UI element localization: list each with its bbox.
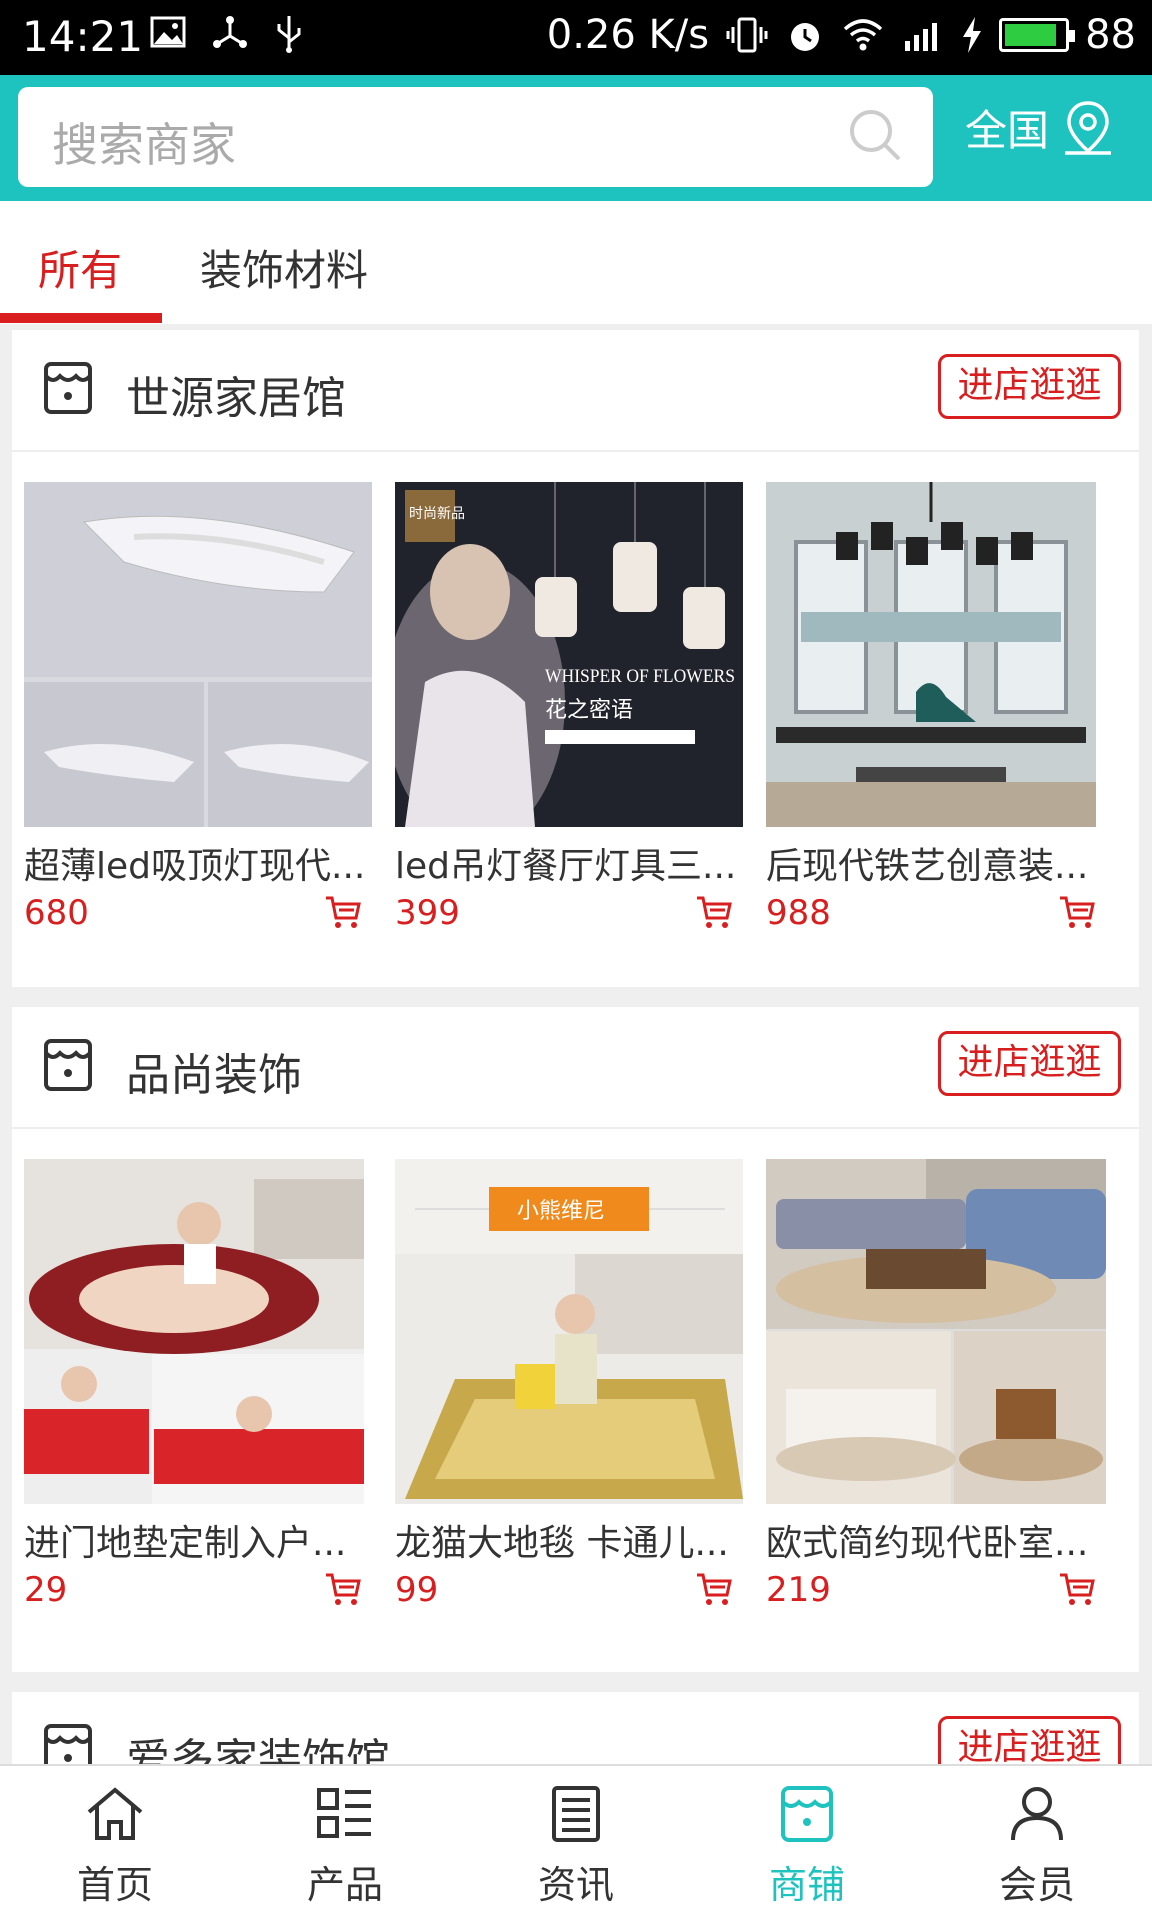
product-image[interactable]: 小熊维尼	[395, 1159, 743, 1504]
signal-icon	[905, 23, 938, 51]
alarm-icon	[791, 23, 820, 51]
nav-home-label: 首页	[76, 1863, 153, 1907]
store-icon	[781, 1786, 833, 1842]
status-right-icons: 0.26 K/s 88	[547, 12, 1136, 58]
tab-all[interactable]: 所有	[38, 237, 122, 298]
product-name: 进门地垫定制入户...	[24, 1523, 347, 1564]
wifi-icon	[843, 19, 883, 51]
cart-icon[interactable]	[324, 1571, 362, 1607]
active-tab-indicator	[0, 313, 162, 323]
search-placeholder: 搜索商家	[52, 118, 236, 172]
nav-news[interactable]: 资讯	[496, 1784, 656, 1909]
product-image[interactable]: 时尚新品 WHISPER OF FLOWERS 花之密语	[395, 482, 743, 827]
cart-icon[interactable]	[695, 894, 733, 930]
product-card[interactable]: 小熊维尼 龙猫大地毯 卡通儿... 99	[395, 1159, 745, 1610]
cart-icon[interactable]	[1058, 894, 1096, 930]
store-name: 世源家居馆	[126, 373, 346, 424]
app-header: 搜索商家 全国	[0, 75, 1152, 201]
enter-store-button[interactable]: 进店逛逛	[938, 354, 1121, 419]
product-image[interactable]	[24, 1159, 364, 1504]
product-card[interactable]: 欧式简约现代卧室... 219	[766, 1159, 1116, 1610]
battery-fill	[1005, 24, 1057, 46]
search-icon[interactable]	[847, 107, 903, 163]
shop-icon	[44, 362, 92, 414]
nav-member-label: 会员	[998, 1863, 1075, 1907]
vibrate-icon	[726, 17, 768, 53]
nav-products[interactable]: 产品	[265, 1784, 425, 1909]
product-name: 欧式简约现代卧室...	[766, 1523, 1089, 1564]
product-image-banner: 小熊维尼	[517, 1198, 605, 1223]
nav-member[interactable]: 会员	[957, 1784, 1117, 1909]
product-image[interactable]	[24, 482, 372, 827]
nav-store[interactable]: 商铺	[727, 1784, 887, 1909]
location-icon	[1065, 100, 1112, 155]
product-row: 超薄led吸顶灯现代... 680 时尚新品 WHISPER OF FLOWER…	[12, 452, 1139, 992]
enter-store-button[interactable]: 进店逛逛	[938, 1031, 1121, 1096]
product-price: 29	[24, 1570, 68, 1610]
image-notification-icon	[150, 16, 186, 48]
products-icon	[317, 1788, 371, 1838]
search-input[interactable]: 搜索商家	[18, 87, 933, 187]
nav-products-label: 产品	[306, 1863, 383, 1907]
store-header: 品尚装饰 进店逛逛	[12, 1007, 1139, 1129]
shop-icon	[44, 1039, 92, 1091]
product-card[interactable]: 超薄led吸顶灯现代... 680	[24, 482, 374, 933]
home-icon	[87, 1787, 143, 1840]
product-price: 399	[395, 893, 460, 933]
product-image[interactable]	[766, 1159, 1106, 1504]
cart-icon[interactable]	[1058, 1571, 1096, 1607]
nav-home[interactable]: 首页	[35, 1784, 195, 1909]
status-time: 14:21	[22, 12, 144, 61]
product-name: 后现代铁艺创意装...	[766, 846, 1089, 887]
product-name: led吊灯餐厅灯具三...	[395, 846, 737, 887]
member-icon	[1011, 1787, 1063, 1841]
product-image-badge: 时尚新品	[409, 505, 465, 521]
charging-icon	[963, 17, 982, 53]
battery-percent: 88	[1085, 12, 1136, 58]
product-card[interactable]: 进门地垫定制入户... 29	[24, 1159, 374, 1610]
product-name: 超薄led吸顶灯现代...	[24, 846, 366, 887]
bottom-navigation: 首页 产品 资讯 商铺 会员	[0, 1764, 1152, 1920]
product-image[interactable]	[766, 482, 1096, 827]
product-image-title: WHISPER OF FLOWERS	[545, 666, 735, 687]
store-header: 世源家居馆 进店逛逛	[12, 330, 1139, 452]
cart-icon[interactable]	[324, 894, 362, 930]
nav-news-label: 资讯	[537, 1863, 614, 1907]
battery-icon	[999, 18, 1076, 52]
product-row: 进门地垫定制入户... 29 小熊维尼 龙猫大地毯 卡通儿... 99 欧式简约…	[12, 1129, 1139, 1669]
product-name: 龙猫大地毯 卡通儿...	[395, 1523, 729, 1564]
tab-decoration-materials[interactable]: 装饰材料	[200, 237, 368, 298]
news-icon	[552, 1786, 600, 1842]
product-image-subtitle: 花之密语	[545, 697, 633, 722]
share-notification-icon	[213, 16, 247, 48]
region-label: 全国	[965, 106, 1050, 155]
category-tabs: 所有 装饰材料	[0, 201, 1152, 324]
store-card: 品尚装饰 进店逛逛 进门地垫定制入户... 29 小熊维尼 龙猫大地毯 卡通儿.…	[12, 1007, 1139, 1672]
product-price: 680	[24, 893, 89, 933]
store-name: 品尚装饰	[126, 1050, 302, 1101]
nav-store-label: 商铺	[768, 1863, 845, 1907]
region-selector[interactable]: 全国	[965, 97, 1115, 158]
product-price: 99	[395, 1570, 439, 1610]
product-card[interactable]: 后现代铁艺创意装... 988	[766, 482, 1116, 933]
net-speed: 0.26 K/s	[546, 12, 710, 58]
usb-notification-icon	[277, 16, 301, 53]
product-card[interactable]: 时尚新品 WHISPER OF FLOWERS 花之密语 led吊灯餐厅灯具三.…	[395, 482, 745, 933]
status-notification-icons	[150, 14, 304, 54]
status-bar: 14:21 0.26 K/s 88	[0, 0, 1152, 75]
cart-icon[interactable]	[695, 1571, 733, 1607]
store-card: 世源家居馆 进店逛逛 超薄led吸顶灯现代... 680 时尚新品 WHISPE…	[12, 330, 1139, 987]
